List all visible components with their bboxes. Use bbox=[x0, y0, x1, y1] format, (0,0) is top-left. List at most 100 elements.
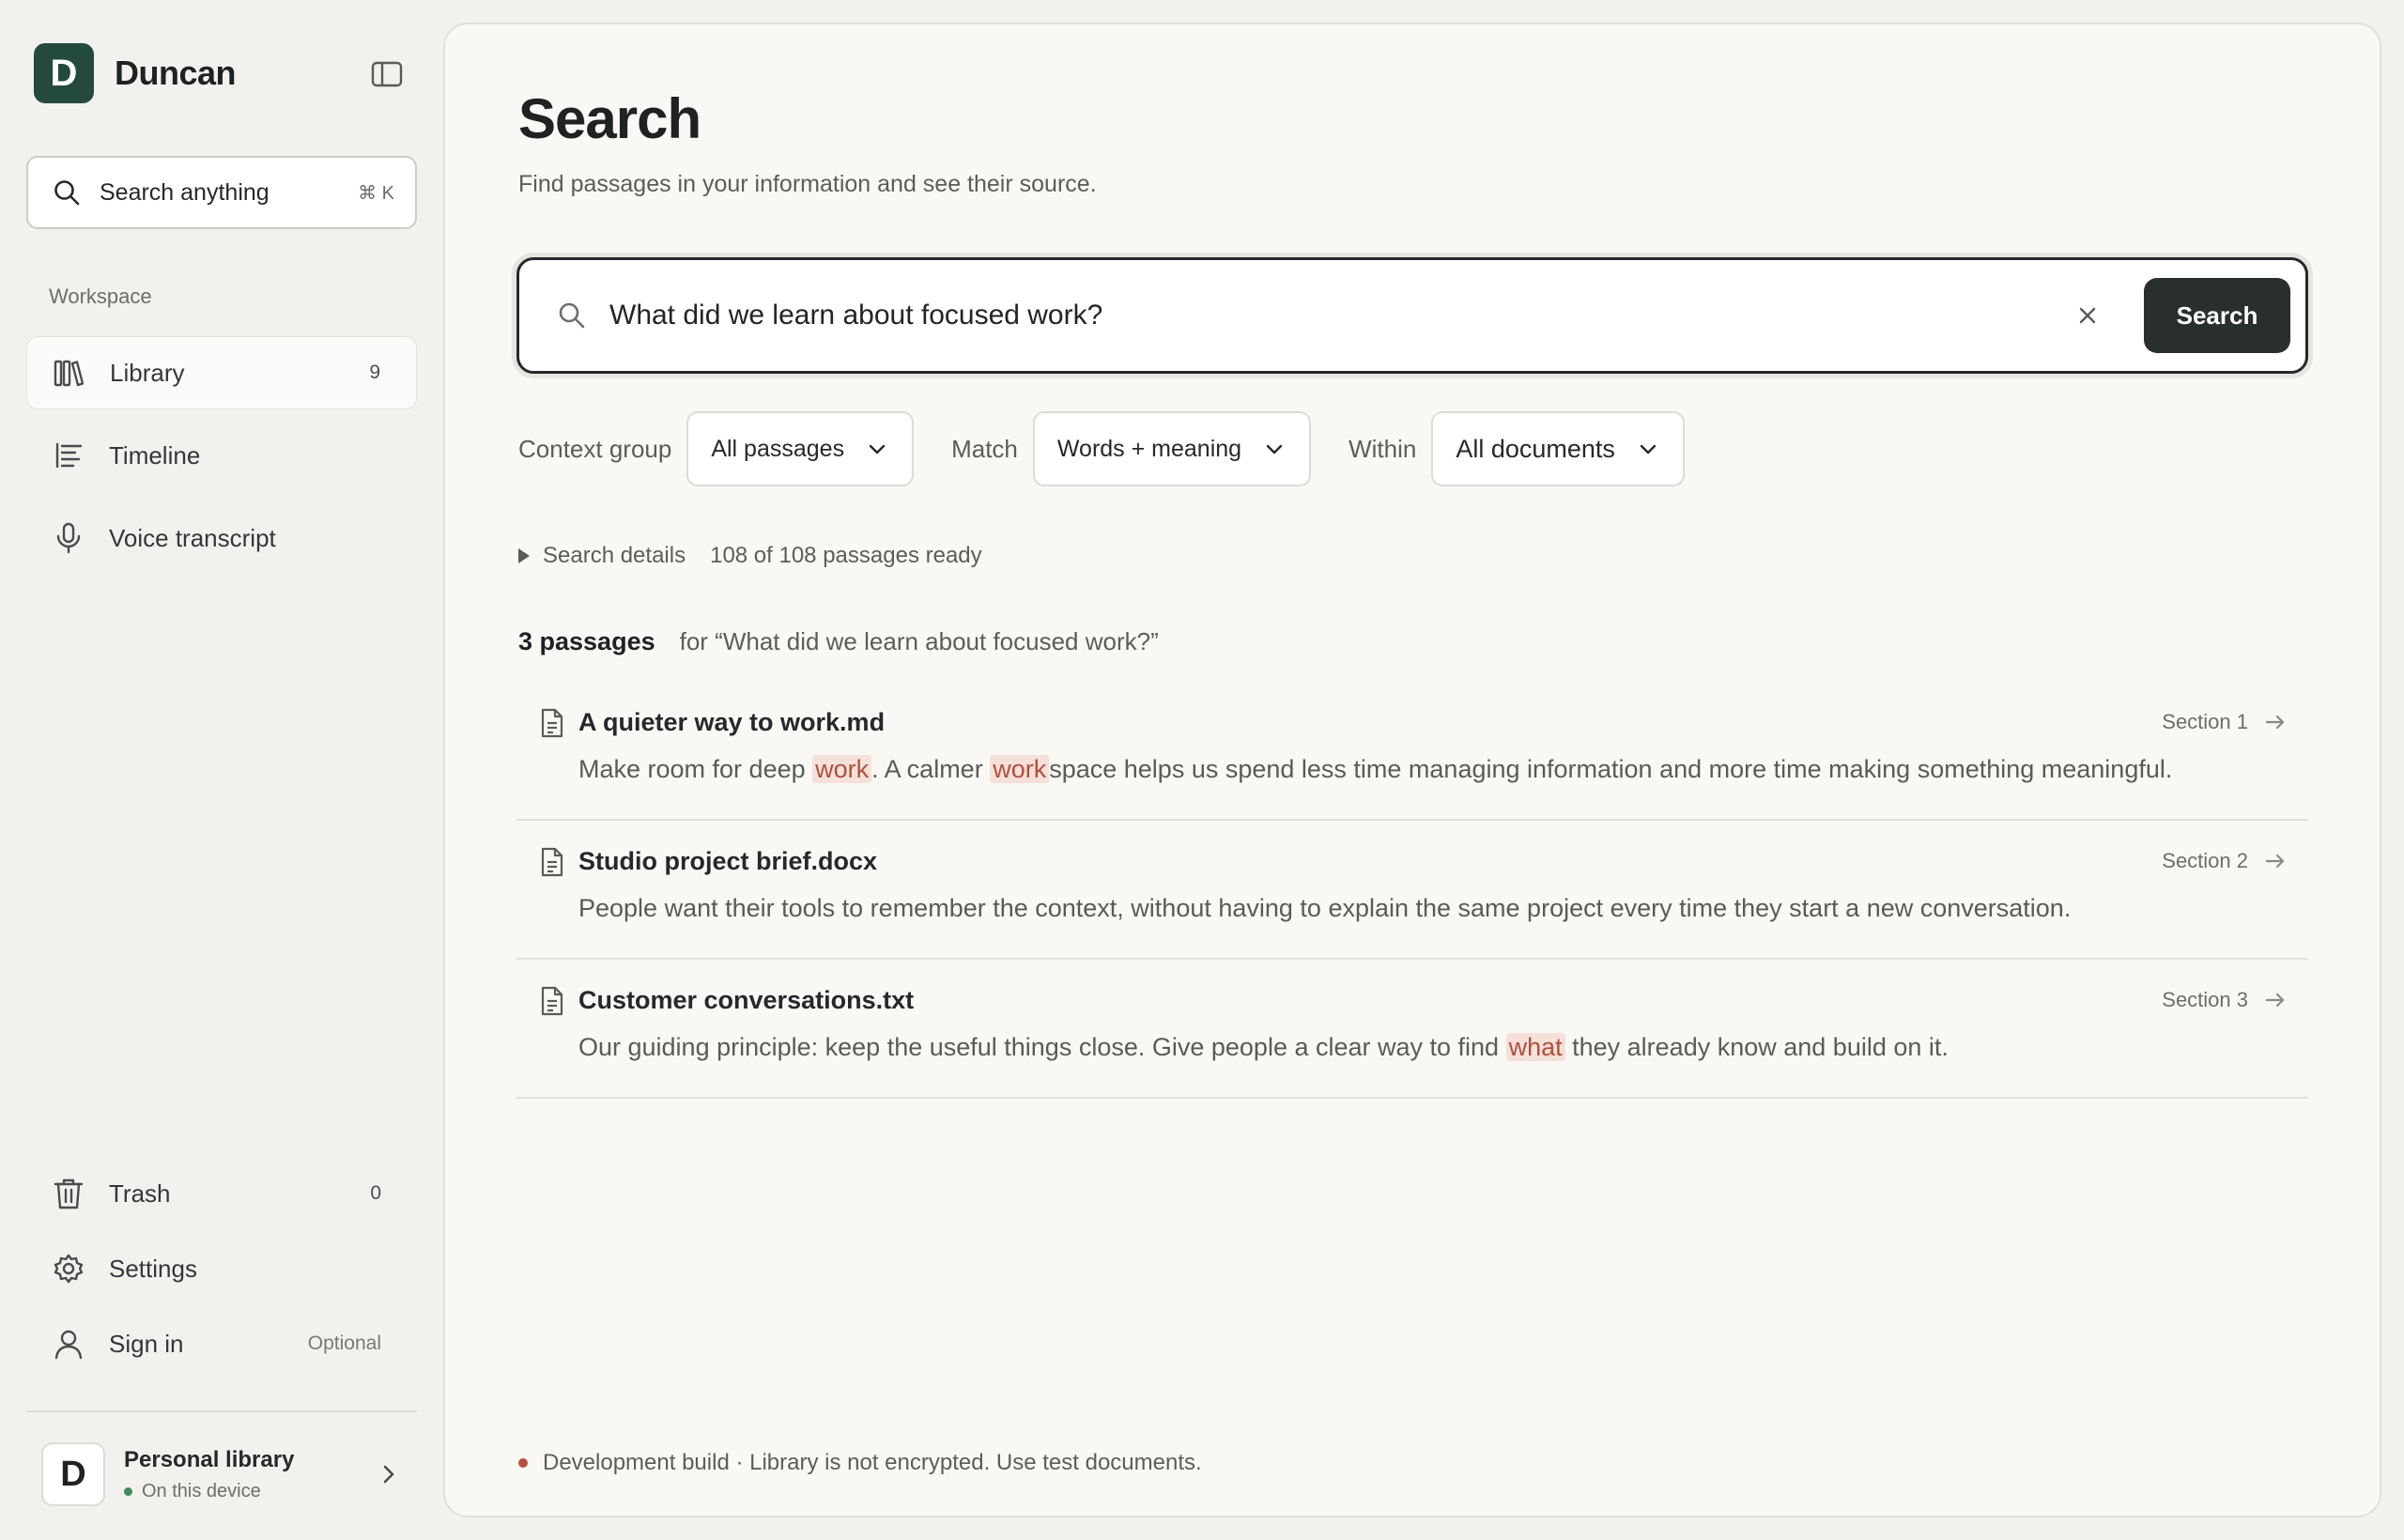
chevron-down-icon bbox=[1262, 437, 1287, 461]
microphone-icon bbox=[53, 522, 85, 554]
search-icon bbox=[53, 178, 81, 207]
result-section-link[interactable]: Section 2 bbox=[2162, 849, 2288, 873]
result-snippet: People want their tools to remember the … bbox=[578, 894, 2072, 922]
snippet-text: space helps us spend less time managing … bbox=[1049, 755, 2173, 783]
search-icon bbox=[557, 300, 587, 331]
sidebar-toggle-icon[interactable] bbox=[370, 60, 404, 88]
user-icon bbox=[53, 1328, 85, 1360]
index-status: 108 of 108 passages ready bbox=[710, 543, 982, 568]
sidebar-item-sign-in[interactable]: Sign in Optional bbox=[26, 1307, 417, 1380]
result-title[interactable]: Studio project brief.docx bbox=[578, 847, 877, 876]
shortcut-hint: ⌘ K bbox=[358, 182, 394, 204]
dev-build-notice: Development build · Library is not encry… bbox=[518, 1450, 1202, 1476]
chevron-down-icon bbox=[865, 437, 889, 461]
dev-build-text: Development build · Library is not encry… bbox=[543, 1450, 1202, 1475]
results-count: 3 passages bbox=[518, 627, 655, 655]
warning-dot bbox=[518, 1458, 528, 1468]
match-label: Match bbox=[951, 434, 1018, 463]
result-section-label: Section 1 bbox=[2162, 710, 2248, 733]
sidebar-search-label: Search anything bbox=[100, 178, 270, 206]
page-title: Search bbox=[518, 87, 701, 150]
sidebar-item-label: Trash bbox=[109, 1178, 171, 1208]
context-group-select[interactable]: All passages bbox=[686, 411, 915, 486]
match-highlight: what bbox=[1505, 1033, 1565, 1061]
search-query-text[interactable]: What did we learn about focused work? bbox=[609, 300, 2071, 331]
sidebar-item-label: Settings bbox=[109, 1254, 197, 1283]
snippet-text: . A calmer bbox=[871, 755, 991, 783]
arrow-right-icon bbox=[2263, 849, 2288, 873]
arrow-right-icon bbox=[2263, 710, 2288, 734]
clear-icon[interactable] bbox=[2071, 299, 2104, 332]
search-button[interactable]: Search bbox=[2144, 278, 2290, 353]
within-select[interactable]: All documents bbox=[1431, 411, 1685, 486]
search-details-toggle[interactable]: Search details bbox=[543, 543, 686, 569]
sidebar-item-label: Timeline bbox=[109, 440, 201, 470]
result-snippet: Our guiding principle: keep the useful t… bbox=[578, 1033, 1949, 1062]
account-info: Personal library On this device bbox=[124, 1447, 376, 1502]
match-highlight: work bbox=[990, 755, 1050, 783]
match-highlight: work bbox=[812, 755, 872, 783]
account-status: On this device bbox=[124, 1481, 376, 1502]
trash-count-badge: 0 bbox=[370, 1182, 381, 1204]
sidebar-item-label: Sign in bbox=[109, 1329, 184, 1358]
sidebar-item-settings[interactable]: Settings bbox=[26, 1232, 417, 1305]
search-filters: Context group All passages Match Words +… bbox=[518, 411, 1722, 486]
document-icon bbox=[539, 986, 565, 1016]
document-icon bbox=[539, 847, 565, 877]
gear-icon bbox=[53, 1253, 85, 1285]
result-section-link[interactable]: Section 3 bbox=[2162, 988, 2288, 1012]
status-dot bbox=[124, 1486, 132, 1496]
snippet-text: Make room for deep bbox=[578, 755, 813, 783]
within-label: Within bbox=[1348, 434, 1417, 463]
document-icon bbox=[539, 708, 565, 738]
trash-icon bbox=[53, 1178, 85, 1209]
result-snippet: Make room for deep work. A calmer work sp… bbox=[578, 755, 2172, 784]
snippet-text: Our guiding principle: keep the useful t… bbox=[578, 1033, 1506, 1061]
search-input[interactable]: What did we learn about focused work? Se… bbox=[516, 257, 2308, 374]
results-list: A quieter way to work.md Section 1 Make … bbox=[516, 682, 2308, 1099]
snippet-text: they already know and build on it. bbox=[1564, 1033, 1949, 1061]
result-item[interactable]: Customer conversations.txt Section 3 Our… bbox=[516, 960, 2308, 1099]
sidebar-item-timeline[interactable]: Timeline bbox=[26, 419, 417, 492]
sidebar-divider bbox=[26, 1410, 417, 1412]
sidebar-item-library[interactable]: Library 9 bbox=[26, 336, 417, 409]
search-details: Search details 108 of 108 passages ready bbox=[518, 543, 982, 569]
result-item[interactable]: Studio project brief.docx Section 2 Peop… bbox=[516, 821, 2308, 960]
main-panel: Search Find passages in your information… bbox=[443, 23, 2381, 1517]
page-subtitle: Find passages in your information and se… bbox=[518, 171, 1097, 197]
arrow-right-icon bbox=[2263, 988, 2288, 1012]
library-icon bbox=[54, 357, 85, 389]
chevron-down-icon bbox=[1636, 437, 1660, 461]
context-group-label: Context group bbox=[518, 434, 672, 463]
sidebar-item-label: Library bbox=[110, 358, 185, 387]
brand-logo: D bbox=[34, 43, 94, 103]
brand-name: Duncan bbox=[115, 54, 237, 92]
sidebar: D Duncan Search anything ⌘ K Workspace L… bbox=[0, 0, 443, 1540]
avatar: D bbox=[41, 1442, 105, 1506]
result-title[interactable]: Customer conversations.txt bbox=[578, 986, 914, 1015]
result-section-link[interactable]: Section 1 bbox=[2162, 710, 2288, 734]
account-name: Personal library bbox=[124, 1446, 295, 1472]
within-value: All documents bbox=[1456, 434, 1615, 463]
context-group-value: All passages bbox=[711, 435, 845, 462]
account-switcher[interactable]: D Personal library On this device bbox=[26, 1427, 417, 1521]
optional-tag: Optional bbox=[307, 1332, 381, 1354]
result-item[interactable]: A quieter way to work.md Section 1 Make … bbox=[516, 682, 2308, 821]
results-summary: 3 passages for “What did we learn about … bbox=[518, 627, 1159, 656]
result-section-label: Section 2 bbox=[2162, 849, 2248, 872]
results-query-echo: for “What did we learn about focused wor… bbox=[679, 627, 1159, 655]
sidebar-item-voice-transcript[interactable]: Voice transcript bbox=[26, 501, 417, 575]
sidebar-item-trash[interactable]: Trash 0 bbox=[26, 1157, 417, 1230]
disclosure-triangle-icon[interactable] bbox=[518, 548, 530, 563]
match-select[interactable]: Words + meaning bbox=[1032, 411, 1312, 486]
brand: D Duncan bbox=[34, 43, 237, 103]
workspace-section-label: Workspace bbox=[49, 285, 152, 308]
library-count-badge: 9 bbox=[369, 362, 380, 383]
timeline-icon bbox=[53, 439, 85, 471]
sidebar-item-label: Voice transcript bbox=[109, 523, 276, 552]
account-status-text: On this device bbox=[142, 1480, 261, 1502]
result-title[interactable]: A quieter way to work.md bbox=[578, 708, 885, 737]
sidebar-search-button[interactable]: Search anything ⌘ K bbox=[26, 156, 417, 229]
chevron-right-icon bbox=[376, 1461, 402, 1487]
result-section-label: Section 3 bbox=[2162, 988, 2248, 1011]
